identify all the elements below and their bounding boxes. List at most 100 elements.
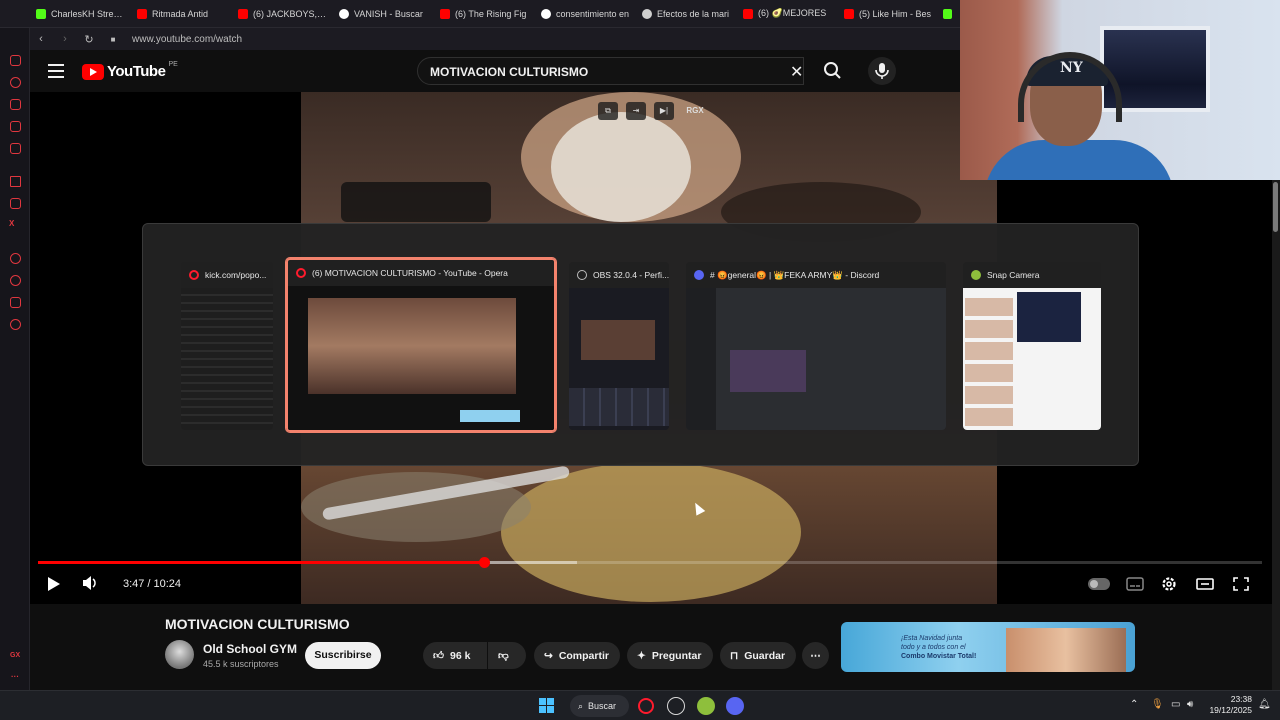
skip-icon[interactable]: ▶| <box>654 102 674 120</box>
settings-icon[interactable] <box>10 319 21 330</box>
progress-bar[interactable] <box>38 557 1262 568</box>
switcher-window-snap-camera[interactable]: Snap Camera <box>963 262 1101 430</box>
settings-gear-icon[interactable] <box>1160 576 1178 592</box>
windows-taskbar: ⌕ Buscar ⌃ 🎙︎ ▭ 🔊︎ 23:38 19/12/2025 🔔︎ <box>0 690 1280 720</box>
autoplay-toggle[interactable] <box>1088 578 1110 590</box>
window-title: (6) MOTIVACION CULTURISMO - YouTube - Op… <box>312 268 508 278</box>
like-count: 96 k <box>449 649 471 662</box>
back-icon[interactable]: ‹ <box>36 33 46 45</box>
scrubber-handle[interactable] <box>478 557 490 568</box>
reload-icon[interactable]: ↻ <box>84 33 94 46</box>
switcher-window-youtube[interactable]: (6) MOTIVACION CULTURISMO - YouTube - Op… <box>285 257 557 433</box>
dislike-button[interactable]: 👎︎ <box>488 642 526 669</box>
window-title: Snap Camera <box>987 270 1040 280</box>
popout-icon[interactable]: ⧉ <box>598 102 618 120</box>
ask-button[interactable]: ✦ Preguntar <box>627 642 713 669</box>
browser-tab[interactable]: VANISH - Buscar <box>333 0 434 28</box>
switcher-window-kick[interactable]: kick.com/popo... <box>181 262 273 430</box>
share-button[interactable]: ↪ Compartir <box>534 642 620 669</box>
browser-tab[interactable]: (6) The Rising Fig <box>434 0 535 28</box>
youtube-logo[interactable]: YouTube PE <box>82 61 178 80</box>
kick-icon[interactable] <box>943 8 952 19</box>
gamer-icon[interactable] <box>10 55 21 66</box>
clock-icon[interactable] <box>10 275 21 286</box>
volume-icon[interactable] <box>82 575 96 591</box>
more-actions-button[interactable]: ⋯ <box>802 642 829 669</box>
browser-tab[interactable]: consentimiento en <box>535 0 636 28</box>
windows-start-icon[interactable] <box>539 698 554 713</box>
subscribe-button[interactable]: Suscribirse <box>305 642 381 669</box>
kick-icon <box>36 8 46 19</box>
save-button[interactable]: ⊓ Guardar <box>720 642 796 669</box>
tray-chevron-icon[interactable]: ⌃ <box>1130 699 1138 710</box>
tray-network-icon[interactable]: ▭ <box>1171 699 1180 710</box>
channel-name[interactable]: Old School GYM <box>203 642 297 656</box>
youtube-icon <box>440 8 450 19</box>
forward-icon[interactable]: › <box>60 33 70 45</box>
ad-text: ¡Esta Navidad junta todo y a todos con e… <box>901 634 976 661</box>
fullscreen-icon[interactable] <box>1232 576 1250 592</box>
discord-taskbar-icon[interactable] <box>726 697 744 715</box>
browser-tab[interactable]: Ritmada Antid <box>131 0 232 28</box>
country-code: PE <box>168 61 178 68</box>
scrollbar-thumb[interactable] <box>1273 182 1278 232</box>
pinboard-icon[interactable] <box>10 297 21 308</box>
theater-mode-icon[interactable] <box>1196 576 1214 592</box>
play-icon[interactable] <box>48 577 60 591</box>
video-overlay-tools: ⧉ ⇥ ▶| RGX <box>598 102 708 120</box>
url-text[interactable]: www.youtube.com/watch <box>132 34 242 45</box>
x-twitter-icon[interactable]: X <box>9 219 14 228</box>
like-button[interactable]: 👍︎ 96 k <box>423 642 487 669</box>
window-thumbnail <box>963 288 1101 430</box>
history-icon[interactable] <box>10 77 21 88</box>
snap-camera-icon <box>971 270 981 280</box>
notifications-icon[interactable]: 🔔︎ <box>1258 699 1271 710</box>
microphone-icon[interactable] <box>868 57 896 85</box>
tray-microphone-icon[interactable]: 🎙︎ <box>1151 699 1164 710</box>
video-details: MOTIVACION CULTURISMO Old School GYM 45.… <box>30 604 1272 690</box>
tab-label: CharlesKH Stream <box>51 8 125 19</box>
window-title: # 😡general😡 | 👑FEKA ARMY👑 - Discord <box>710 269 880 280</box>
screen: X GX ··· CharlesKH Stream Ritmada Antid (6… <box>0 0 1280 720</box>
channel-avatar[interactable] <box>165 640 194 669</box>
switcher-window-obs[interactable]: OBS 32.0.4 - Perfi... <box>569 262 669 430</box>
more-dots-icon[interactable]: ··· <box>11 672 19 681</box>
search-icon[interactable] <box>815 57 851 85</box>
subtitles-icon[interactable] <box>1126 576 1144 592</box>
browser-tab[interactable]: CharlesKH Stream <box>30 0 131 28</box>
ad-banner[interactable]: ¡Esta Navidad junta todo y a todos con e… <box>841 622 1135 672</box>
aria-icon[interactable] <box>10 176 21 187</box>
extensions-icon[interactable] <box>10 99 21 110</box>
opera-sidebar: X GX ··· <box>0 0 30 690</box>
youtube-icon <box>137 8 147 19</box>
ad-line-3: Combo Movistar Total! <box>901 653 977 660</box>
yankees-logo-icon: NY <box>1060 60 1083 76</box>
played-bar <box>38 561 484 564</box>
opera-taskbar-icon[interactable] <box>638 698 654 714</box>
share-label: Compartir <box>558 649 609 662</box>
tray-volume-icon[interactable]: 🔊︎ <box>1187 699 1193 710</box>
google-icon <box>339 8 349 19</box>
time-display: 3:47/10:24 <box>123 578 182 590</box>
twitch-icon[interactable] <box>10 198 21 209</box>
browser-tab[interactable]: (6) 🥑MEJORES <box>737 0 838 28</box>
scrollbar-track[interactable] <box>1272 180 1280 690</box>
taskbar-clock[interactable]: 23:38 19/12/2025 <box>1204 694 1252 716</box>
music-icon[interactable] <box>10 143 21 154</box>
messenger-icon[interactable] <box>10 121 21 132</box>
search-input[interactable]: MOTIVACION CULTURISMO <box>417 57 804 85</box>
switcher-window-discord[interactable]: # 😡general😡 | 👑FEKA ARMY👑 - Discord <box>686 262 946 430</box>
ad-photo <box>1006 628 1126 672</box>
snap-camera-taskbar-icon[interactable] <box>697 697 715 715</box>
browser-tab[interactable]: Efectos de la mari <box>636 0 737 28</box>
gx-corner-icon[interactable]: GX <box>10 652 20 659</box>
menu-icon[interactable] <box>48 64 64 78</box>
browser-tab[interactable]: (6) JACKBOYS, Tr <box>232 0 333 28</box>
ad-line-2: todo y a todos con el <box>901 644 966 651</box>
taskbar-search[interactable]: ⌕ Buscar <box>570 695 629 717</box>
enter-icon[interactable]: ⇥ <box>626 102 646 120</box>
obs-taskbar-icon[interactable] <box>667 697 685 715</box>
player-icon[interactable] <box>10 253 21 264</box>
clear-search-icon[interactable]: ✕ <box>790 62 803 82</box>
browser-tab[interactable]: (5) Like Him - Bes <box>838 0 939 28</box>
